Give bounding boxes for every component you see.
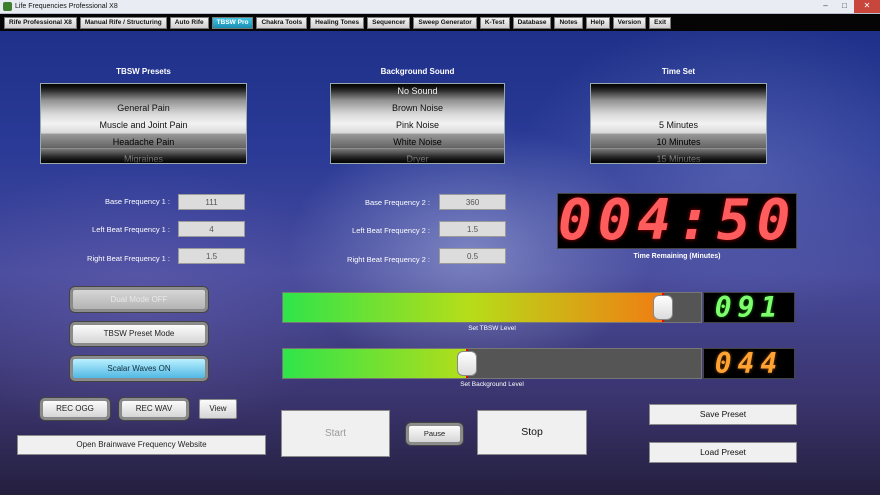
pause-button[interactable]: Pause — [408, 425, 461, 443]
background-sound-title: Background Sound — [380, 67, 455, 76]
time-set-picker[interactable]: 5 Minutes 10 Minutes 15 Minutes — [590, 83, 767, 164]
window-titlebar: Life Frequencies Professional X8 – □ ✕ — [0, 0, 880, 14]
tab-rife-professional[interactable]: Rife Professional X8 — [4, 16, 77, 29]
tbsw-level-slider[interactable] — [282, 292, 702, 323]
left-beat-frequency-2-label: Left Beat Frequency 2 : — [352, 226, 430, 235]
tab-tbsw-pro[interactable]: TBSW Pro — [211, 16, 254, 29]
maximize-button[interactable]: □ — [835, 0, 854, 13]
sound-item[interactable]: Dryer — [331, 151, 504, 163]
tab-chakra-tools[interactable]: Chakra Tools — [256, 16, 308, 29]
time-item[interactable]: 5 Minutes — [591, 117, 766, 134]
sound-item[interactable]: Pink Noise — [331, 117, 504, 134]
sound-item[interactable]: No Sound — [331, 84, 504, 100]
base-frequency-1-label: Base Frequency 1 : — [104, 197, 170, 206]
scalar-waves-button[interactable]: Scalar Waves ON — [72, 358, 206, 379]
preset-item[interactable]: Muscle and Joint Pain — [41, 117, 246, 134]
tab-help[interactable]: Help — [585, 16, 610, 29]
preset-item[interactable]: Migraines — [41, 151, 246, 163]
tab-exit[interactable]: Exit — [649, 16, 672, 29]
tab-sweep-generator[interactable]: Sweep Generator — [413, 16, 477, 29]
left-beat-frequency-1-label: Left Beat Frequency 1 : — [92, 225, 170, 234]
tbsw-level-fill — [283, 293, 663, 322]
rec-ogg-button[interactable]: REC OGG — [42, 400, 108, 418]
rec-wav-button[interactable]: REC WAV — [121, 400, 187, 418]
load-preset-button[interactable]: Load Preset — [649, 442, 797, 463]
open-brainwave-website-button[interactable]: Open Brainwave Frequency Website — [17, 435, 266, 455]
view-button[interactable]: View — [199, 399, 237, 419]
tbsw-preset-mode-button[interactable]: TBSW Preset Mode — [72, 324, 206, 344]
time-remaining-caption: Time Remaining (Minutes) — [633, 253, 721, 260]
time-set-title: Time Set — [661, 67, 696, 76]
preset-item-selected[interactable]: Headache Pain — [41, 134, 246, 151]
tbsw-level-display: 091 — [703, 292, 795, 323]
base-frequency-2-label: Base Frequency 2 : — [364, 198, 430, 207]
tab-version[interactable]: Version — [612, 16, 647, 29]
background-level-thumb[interactable] — [457, 351, 477, 376]
preset-item[interactable]: General Pain — [41, 100, 246, 117]
base-frequency-2-input[interactable] — [439, 194, 506, 210]
sound-item[interactable]: Brown Noise — [331, 100, 504, 117]
minimize-button[interactable]: – — [816, 0, 835, 13]
right-beat-frequency-1-input[interactable] — [178, 248, 245, 264]
left-beat-frequency-1-input[interactable] — [178, 221, 245, 237]
close-button[interactable]: ✕ — [854, 0, 880, 13]
tab-auto-rife[interactable]: Auto Rife — [169, 16, 209, 29]
start-button[interactable]: Start — [281, 410, 390, 457]
window-controls: – □ ✕ — [816, 0, 880, 13]
time-item-selected[interactable]: 10 Minutes — [591, 134, 766, 151]
presets-picker[interactable]: General Pain Muscle and Joint Pain Heada… — [40, 83, 247, 164]
right-beat-frequency-1-label: Right Beat Frequency 1 : — [87, 254, 170, 263]
tbsw-level-caption: Set TBSW Level — [468, 325, 516, 332]
tab-sequencer[interactable]: Sequencer — [367, 16, 411, 29]
app-icon — [3, 2, 12, 11]
tab-database[interactable]: Database — [512, 16, 552, 29]
window-title: Life Frequencies Professional X8 — [15, 3, 118, 10]
save-preset-button[interactable]: Save Preset — [649, 404, 797, 425]
background-sound-picker[interactable]: No Sound Brown Noise Pink Noise White No… — [330, 83, 505, 164]
time-remaining-display: 004:50 — [557, 188, 797, 253]
background-level-caption: Set Background Level — [460, 381, 524, 388]
left-beat-frequency-2-input[interactable] — [439, 221, 506, 237]
tab-healing-tones[interactable]: Healing Tones — [310, 16, 365, 29]
background-level-display: 044 — [703, 348, 795, 379]
dual-mode-button[interactable]: Dual Mode OFF — [72, 289, 206, 310]
tab-k-test[interactable]: K-Test — [479, 16, 510, 29]
tbsw-level-thumb[interactable] — [653, 295, 673, 320]
background-level-slider[interactable] — [282, 348, 702, 379]
stop-button[interactable]: Stop — [477, 410, 587, 455]
background-level-fill — [283, 349, 467, 378]
sound-item-selected[interactable]: White Noise — [331, 134, 504, 151]
presets-title: TBSW Presets — [116, 67, 171, 76]
base-frequency-1-input[interactable] — [178, 194, 245, 210]
tab-notes[interactable]: Notes — [554, 16, 583, 29]
right-beat-frequency-2-label: Right Beat Frequency 2 : — [347, 255, 430, 264]
time-item[interactable]: 15 Minutes — [591, 151, 766, 163]
tab-manual-rife[interactable]: Manual Rife / Structuring — [79, 16, 167, 29]
tab-bar: Rife Professional X8 Manual Rife / Struc… — [0, 14, 880, 31]
right-beat-frequency-2-input[interactable] — [439, 248, 506, 264]
